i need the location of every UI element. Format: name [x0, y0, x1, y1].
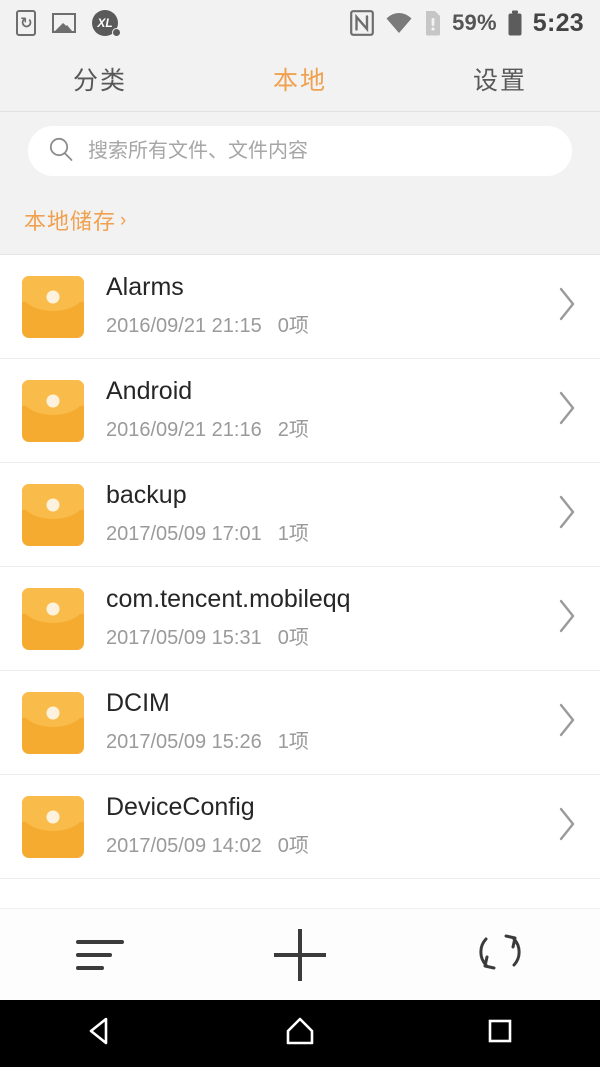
chevron-right-icon[interactable] — [556, 701, 578, 744]
file-meta: 2017/05/09 14:02 0项 — [106, 829, 546, 858]
back-button[interactable] — [45, 1000, 155, 1067]
screenshot-photo-icon — [52, 13, 76, 33]
chevron-right-icon[interactable] — [556, 597, 578, 640]
file-item-count: 0项 — [277, 627, 309, 649]
refresh-button[interactable] — [445, 909, 555, 1001]
file-meta: 2016/09/21 21:16 2项 — [106, 413, 546, 442]
android-nav-bar — [0, 1000, 600, 1067]
file-row-text: com.tencent.mobileqq 2017/05/09 15:31 0项 — [106, 587, 546, 650]
file-meta: 2017/05/09 17:01 1项 — [106, 517, 546, 546]
home-button[interactable] — [245, 1000, 355, 1067]
file-row-text: Alarms 2016/09/21 21:15 0项 — [106, 275, 546, 338]
search-icon — [48, 136, 74, 167]
file-item-count: 0项 — [277, 835, 309, 857]
file-item-count: 1项 — [277, 731, 309, 753]
table-row[interactable]: backup 2017/05/09 17:01 1项 — [0, 463, 600, 567]
chevron-right-icon[interactable] — [556, 493, 578, 536]
chevron-right-icon: › — [120, 209, 127, 231]
file-date: 2017/05/09 15:26 — [106, 731, 262, 753]
file-name: backup — [106, 483, 187, 508]
plus-icon — [274, 928, 326, 981]
refresh-icon — [471, 923, 529, 986]
sim-card-alert-icon — [424, 10, 442, 36]
file-date: 2017/05/09 17:01 — [106, 523, 262, 545]
file-meta: 2017/05/09 15:31 0项 — [106, 621, 546, 650]
file-item-count: 2项 — [277, 419, 309, 441]
table-row[interactable]: com.tencent.mobileqq 2017/05/09 15:31 0项 — [0, 567, 600, 671]
home-pentagon-icon — [283, 1014, 317, 1053]
file-row-text: Android 2016/09/21 21:16 2项 — [106, 379, 546, 442]
tab-settings[interactable]: 设置 — [400, 61, 600, 97]
tab-bar: 分类 本地 设置 — [0, 46, 600, 112]
tab-categories[interactable]: 分类 — [0, 61, 200, 97]
table-row[interactable]: DeviceConfig 2017/05/09 14:02 0项 — [0, 775, 600, 879]
status-bar-left-icons: ↺ XL — [16, 10, 121, 37]
add-button[interactable] — [245, 909, 355, 1001]
table-row[interactable]: DCIM 2017/05/09 15:26 1项 — [0, 671, 600, 775]
rotation-lock-icon: ↺ — [16, 10, 36, 36]
table-row[interactable]: Android 2016/09/21 21:16 2项 — [0, 359, 600, 463]
battery-icon — [507, 10, 523, 36]
breadcrumb-label: 本地储存 — [24, 209, 117, 234]
file-row-text: DCIM 2017/05/09 15:26 1项 — [106, 691, 546, 754]
file-date: 2016/09/21 21:15 — [106, 315, 262, 337]
clock-label: 5:23 — [532, 8, 584, 37]
chevron-right-icon[interactable] — [556, 805, 578, 848]
folder-icon — [22, 691, 84, 754]
file-name: Alarms — [106, 275, 184, 300]
nfc-icon — [350, 10, 375, 36]
tab-local[interactable]: 本地 — [200, 61, 400, 97]
file-item-count: 1项 — [277, 523, 309, 545]
file-list[interactable]: Alarms 2016/09/21 21:15 0项 Android 2016/… — [0, 255, 600, 908]
table-row[interactable]: Alarms 2016/09/21 21:15 0项 — [0, 255, 600, 359]
file-date: 2017/05/09 14:02 — [106, 835, 262, 857]
file-name: Android — [106, 379, 193, 404]
chevron-right-icon[interactable] — [556, 285, 578, 328]
breadcrumb-item-local-storage[interactable]: 本地储存 › — [24, 204, 126, 236]
xl-search-icon: XL — [92, 10, 121, 37]
file-manager-app: ↺ XL 59% 5:23 分类 本地 设置 搜索所有文件、文件内容 本地储存 … — [0, 0, 600, 1067]
chevron-right-icon[interactable] — [556, 389, 578, 432]
folder-icon — [22, 379, 84, 442]
triangle-back-icon — [83, 1014, 117, 1053]
wifi-icon — [384, 11, 414, 35]
file-name: DCIM — [106, 691, 170, 716]
status-bar: ↺ XL 59% 5:23 — [0, 0, 600, 46]
file-item-count: 0项 — [277, 315, 309, 337]
xl-badge-label: XL — [92, 10, 121, 37]
file-date: 2016/09/21 21:16 — [106, 419, 262, 441]
battery-percent-label: 59% — [452, 10, 497, 35]
search-input[interactable] — [88, 139, 552, 163]
square-recents-icon — [483, 1014, 517, 1053]
sort-lines-icon — [76, 939, 124, 970]
search-bar-container — [0, 112, 600, 192]
recents-button[interactable] — [445, 1000, 555, 1067]
folder-icon — [22, 275, 84, 338]
file-row-text: backup 2017/05/09 17:01 1项 — [106, 483, 546, 546]
file-name: com.tencent.mobileqq — [106, 587, 351, 612]
file-meta: 2017/05/09 15:26 1项 — [106, 725, 546, 754]
folder-icon — [22, 795, 84, 858]
search-box[interactable] — [28, 126, 572, 176]
folder-icon — [22, 483, 84, 546]
folder-icon — [22, 587, 84, 650]
file-date: 2017/05/09 15:31 — [106, 627, 262, 649]
file-name: DeviceConfig — [106, 795, 255, 820]
file-row-text: DeviceConfig 2017/05/09 14:02 0项 — [106, 795, 546, 858]
breadcrumb: 本地储存 › — [0, 192, 600, 255]
bottom-toolbar — [0, 908, 600, 1000]
file-meta: 2016/09/21 21:15 0项 — [106, 309, 546, 338]
status-bar-right-icons: 59% 5:23 — [350, 9, 584, 38]
sort-button[interactable] — [45, 909, 155, 1001]
